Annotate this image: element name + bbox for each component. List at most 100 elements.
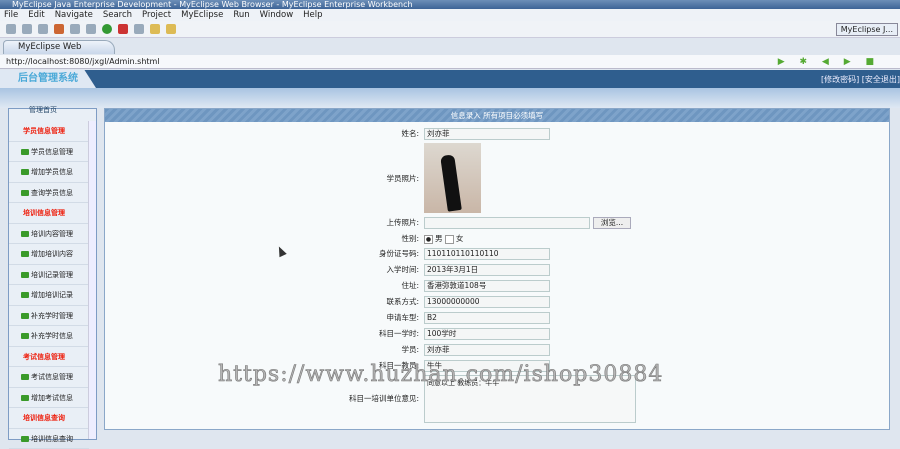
arrow-icon — [21, 190, 29, 196]
field-label: 学员: — [219, 344, 419, 356]
arrow-icon — [21, 436, 29, 442]
debug-icon[interactable] — [118, 24, 128, 34]
field-label: 申请车型: — [219, 312, 419, 324]
menu-navigate[interactable]: Navigate — [55, 9, 93, 21]
field-input[interactable]: 110110110110110 — [424, 248, 550, 260]
gender-male-radio[interactable]: ● — [424, 235, 433, 244]
window-title: MyEclipse Java Enterprise Development - … — [0, 0, 900, 9]
field-label: 科目一学时: — [219, 328, 419, 340]
sidebar-item[interactable]: 考试信息管理 — [9, 367, 89, 388]
sidebar-item-label: 学员信息管理 — [31, 148, 73, 156]
perspective-button[interactable]: MyEclipse J... — [836, 23, 898, 36]
sidebar-item-label: 考试信息管理 — [31, 373, 73, 381]
upload-label: 上传照片: — [219, 217, 419, 229]
field-input[interactable]: 13000000000 — [424, 296, 550, 308]
url-input[interactable]: http://localhost:8080/jxgl/Admin.shtml — [0, 55, 900, 69]
form-header: 信息录入 所有项目必须填写 — [105, 109, 889, 122]
tab-web-browser[interactable]: MyEclipse Web Browser ✕ — [3, 40, 115, 54]
search-icon[interactable] — [134, 24, 144, 34]
form-row: 入学时间: 2013年3月1日 — [105, 264, 891, 278]
field-input[interactable]: 牛牛 — [424, 360, 550, 372]
sidebar-scrollbar[interactable] — [88, 121, 96, 439]
menu-project[interactable]: Project — [142, 9, 171, 21]
sidebar-item-label: 查询学员信息 — [31, 189, 73, 197]
sidebar-item-label: 培训信息查询 — [31, 435, 73, 443]
sidebar-item[interactable]: 增加培训内容 — [9, 244, 89, 265]
field-label: 入学时间: — [219, 264, 419, 276]
toolbar — [0, 21, 900, 38]
arrow-icon — [21, 169, 29, 175]
menu-search[interactable]: Search — [103, 9, 132, 21]
menu-run[interactable]: Run — [233, 9, 249, 21]
sidebar-item-label: 培训记录管理 — [31, 271, 73, 279]
arrow-icon — [21, 292, 29, 298]
upload-input[interactable] — [424, 217, 590, 229]
form-row: 住址: 香港弥敦道108号 — [105, 280, 891, 294]
menu-help[interactable]: Help — [303, 9, 322, 21]
field-label: 联系方式: — [219, 296, 419, 308]
run-icon[interactable] — [102, 24, 112, 34]
sidebar-item[interactable]: 增加培训记录 — [9, 285, 89, 306]
field-input[interactable]: 香港弥敦道108号 — [424, 280, 550, 292]
field-input[interactable]: B2 — [424, 312, 550, 324]
sidebar-item[interactable]: 增加学员信息 — [9, 162, 89, 183]
male-label: 男 — [435, 234, 443, 243]
new-icon[interactable] — [6, 24, 16, 34]
sidebar-item[interactable]: 学员信息管理 — [9, 142, 89, 163]
female-label: 女 — [456, 234, 464, 243]
print-icon[interactable] — [38, 24, 48, 34]
form-row: 联系方式: 13000000000 — [105, 296, 891, 310]
arrow-icon — [21, 272, 29, 278]
menu-myeclipse[interactable]: MyEclipse — [181, 9, 223, 21]
field-label: 科目一教员: — [219, 360, 419, 372]
opinion-textarea[interactable]: 同意以上 教练员：牛牛 — [424, 375, 636, 423]
name-input[interactable]: 刘亦菲 — [424, 128, 550, 140]
field-input[interactable]: 刘亦菲 — [424, 344, 550, 356]
banner-strip — [0, 88, 900, 108]
forward-icon[interactable] — [166, 24, 176, 34]
sidebar-item[interactable]: 补充学时管理 — [9, 306, 89, 327]
name-label: 姓名: — [219, 128, 419, 140]
sidebar-section-header: 培训信息管理 — [9, 203, 89, 224]
arrow-icon — [21, 313, 29, 319]
home-link[interactable]: 管理首页 — [29, 105, 57, 115]
sidebar-item-label: 补充学时信息 — [31, 332, 73, 340]
sidebar-item-label: 增加学员信息 — [31, 168, 73, 176]
form-row: 申请车型: B2 — [105, 312, 891, 326]
arrow-icon — [21, 395, 29, 401]
sidebar-section-header: 考试信息管理 — [9, 347, 89, 368]
account-links[interactable]: [修改密码] [安全退出] — [821, 74, 900, 85]
sidebar-item[interactable]: 培训记录管理 — [9, 265, 89, 286]
sidebar-item[interactable]: 补充学时信息 — [9, 326, 89, 347]
field-label: 住址: — [219, 280, 419, 292]
sidebar-item[interactable]: 增加考试信息 — [9, 388, 89, 409]
gender-female-radio[interactable] — [445, 235, 454, 244]
sidebar-item[interactable]: 查询学员信息 — [9, 183, 89, 204]
menu-window[interactable]: Window — [260, 9, 294, 21]
form-panel: 信息录入 所有项目必须填写 姓名:刘亦菲 学员照片: 上传照片:浏览... 性别… — [104, 108, 890, 430]
sidebar-item[interactable]: 培训内容管理 — [9, 224, 89, 245]
field-input[interactable]: 100学时 — [424, 328, 550, 340]
sidebar-item-label: 培训信息管理 — [23, 209, 65, 217]
back-icon[interactable] — [150, 24, 160, 34]
field-input[interactable]: 2013年3月1日 — [424, 264, 550, 276]
sidebar-item-label: 培训内容管理 — [31, 230, 73, 238]
form-row: 身份证号码:110110110110110 — [105, 248, 891, 262]
deploy-icon[interactable] — [70, 24, 80, 34]
sidebar: 管理首页 学员信息管理学员信息管理增加学员信息查询学员信息培训信息管理培训内容管… — [8, 108, 97, 440]
sidebar-section-header: 学员信息管理 — [9, 121, 89, 142]
opinion-label: 科目一培训单位意见: — [219, 393, 419, 405]
menu-file[interactable]: File — [4, 9, 18, 21]
browse-button[interactable]: 浏览... — [593, 217, 631, 229]
menu-edit[interactable]: Edit — [28, 9, 44, 21]
browser-nav-icons[interactable]: ▶ ✱ ◀ ▶ ■ — [778, 57, 880, 67]
sidebar-section-header: 培训信息查询 — [9, 408, 89, 429]
save-icon[interactable] — [22, 24, 32, 34]
sidebar-item-label: 考试信息管理 — [23, 353, 65, 361]
package-icon[interactable] — [54, 24, 64, 34]
sidebar-item-label: 补充学时管理 — [31, 312, 73, 320]
server-icon[interactable] — [86, 24, 96, 34]
site-banner: 后台管理系统 [修改密码] [安全退出] — [0, 70, 900, 88]
sidebar-item-label: 增加考试信息 — [31, 394, 73, 402]
form-row: 学员: 刘亦菲 — [105, 344, 891, 358]
